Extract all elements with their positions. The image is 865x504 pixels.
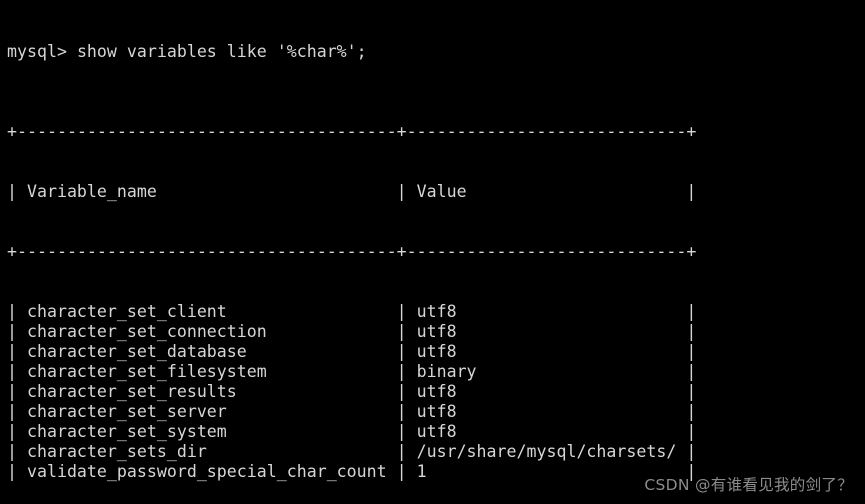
table-row: | character_set_results | utf8 | <box>7 382 697 401</box>
table-row: | character_set_database | utf8 | <box>7 342 697 361</box>
command-text-1: show variables like '%char%'; <box>76 42 367 61</box>
table-row: | character_set_client | utf8 | <box>7 302 697 321</box>
table-row: | character_set_connection | utf8 | <box>7 322 697 341</box>
table1-header-row: | Variable_name | Value | <box>7 182 697 201</box>
terminal-screen: mysql> show variables like '%char%'; +--… <box>0 0 865 504</box>
terminal-output[interactable]: mysql> show variables like '%char%'; +--… <box>0 0 865 504</box>
csdn-watermark: CSDN @有谁看见我的剑了？ <box>644 476 853 494</box>
table1-header-separator: +--------------------------------------+… <box>7 242 697 261</box>
table-row: | character_set_system | utf8 | <box>7 422 697 441</box>
prompt-1: mysql> <box>7 42 77 61</box>
table1-top-border: +--------------------------------------+… <box>7 122 697 141</box>
table-row: | character_set_filesystem | binary | <box>7 362 697 381</box>
command-line-1: mysql> show variables like '%char%'; <box>7 42 865 62</box>
table-row: | character_sets_dir | /usr/share/mysql/… <box>7 442 697 461</box>
table-row: | character_set_server | utf8 | <box>7 402 697 421</box>
table1-data-rows: | character_set_client | utf8 | | charact… <box>7 302 865 482</box>
